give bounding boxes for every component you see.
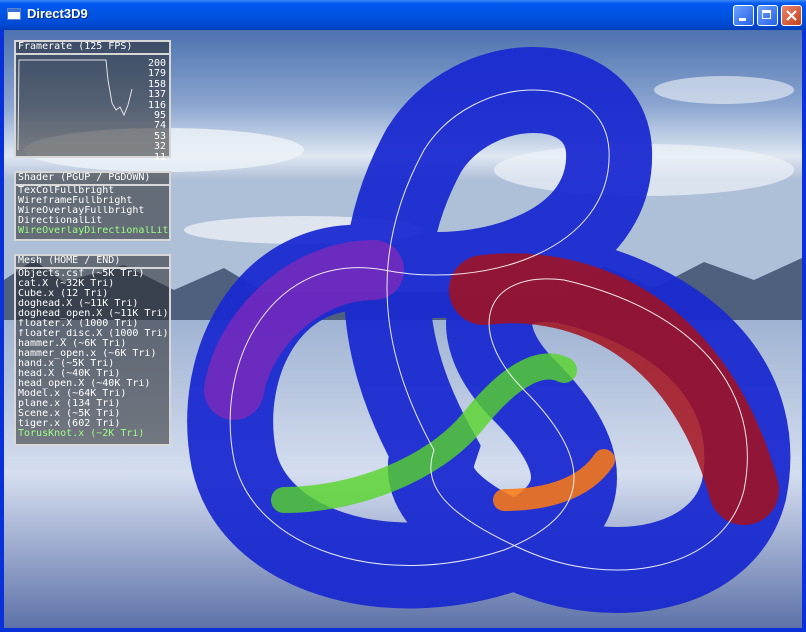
mesh-option[interactable]: hand.x (~5K Tri) [16,359,169,369]
mesh-option[interactable]: Objects.csf (~5K Tri) [16,269,169,279]
mesh-option[interactable]: floater.X (1000 Tri) [16,319,169,329]
shader-list: TexColFullbright WireframeFullbright WireO… [16,186,169,236]
framerate-tick-label: 74 [153,120,166,132]
framerate-panel: Framerate (125 FPS) 200 179 158 137 116 95 74 5… [14,40,171,162]
mesh-panel: Mesh (HOME / END) Objects.csf (~5K Tri) c… [14,254,171,446]
mesh-list: Objects.csf (~5K Tri) cat.X (~32K Tri) Cub… [16,269,169,439]
cloud [654,76,794,104]
window-title: Direct3D9 [27,6,88,21]
shader-option[interactable]: DirectionalLit [16,216,169,226]
mesh-option[interactable]: head_open.X (~40K Tri) [16,379,169,389]
mesh-option[interactable]: doghead.X (~11K Tri) [16,299,169,309]
mesh-option[interactable]: floater_disc.X (1000 Tri) [16,329,169,339]
render-viewport[interactable]: Framerate (125 FPS) 200 179 158 137 116 95 74 5… [4,30,802,628]
minimize-button[interactable] [733,5,754,26]
maximize-button[interactable] [757,5,778,26]
framerate-tick-label: 11 [153,151,166,163]
close-icon [786,10,797,21]
mesh-option[interactable]: Model.x (~64K Tri) [16,389,169,399]
framerate-tick-label: 32 [153,141,166,153]
close-button[interactable] [781,5,802,26]
mesh-option[interactable]: doghead_open.X (~11K Tri) [16,309,169,319]
minimize-icon [739,18,746,21]
title-bar[interactable]: Direct3D9 [0,0,806,30]
framerate-title: Framerate (125 FPS) [16,42,169,55]
maximize-icon [762,10,771,19]
mesh-option[interactable]: tiger.x (602 Tri) [16,419,169,429]
framerate-tick-label: 137 [147,89,166,101]
shader-title: Shader (PGUP / PGDOWN) [16,173,169,186]
mesh-title: Mesh (HOME / END) [16,256,169,269]
mesh-option[interactable]: hammer_open.x (~6K Tri) [16,349,169,359]
mesh-option[interactable]: TorusKnot.x (~2K Tri) [16,429,169,439]
mesh-option[interactable]: Scene.x (~5K Tri) [16,409,169,419]
mesh-option[interactable]: cat.X (~32K Tri) [16,279,169,289]
shader-option[interactable]: WireOverlayFullbright [16,206,169,216]
shader-option[interactable]: WireframeFullbright [16,196,169,206]
mesh-option[interactable]: plane.x (134 Tri) [16,399,169,409]
framerate-graph [17,59,133,151]
shader-panel: Shader (PGUP / PGDOWN) TexColFullbright W… [14,171,171,241]
shader-option[interactable]: WireOverlayDirectionalLit [16,226,169,236]
framerate-tick-label: 179 [147,68,166,80]
shader-option[interactable]: TexColFullbright [16,186,169,196]
framerate-line [17,59,133,151]
mesh-option[interactable]: hammer.X (~6K Tri) [16,339,169,349]
app-window: Direct3D9 Framerate (125 FPS) 200 179 15… [0,0,806,632]
window-app-icon[interactable] [7,8,21,20]
mesh-option[interactable]: Cube.x (12 Tri) [16,289,169,299]
mesh-option[interactable]: head.X (~40K Tri) [16,369,169,379]
